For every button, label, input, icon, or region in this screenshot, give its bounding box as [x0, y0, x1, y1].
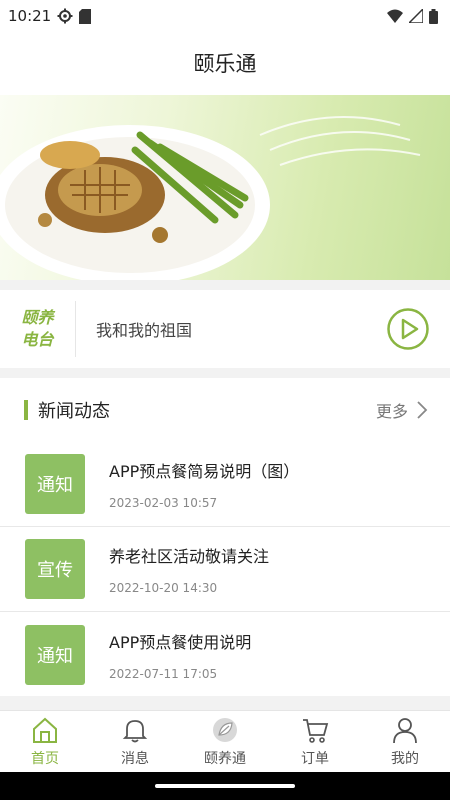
tab-mine[interactable]: 我的 [360, 711, 450, 772]
tab-yiyangtong[interactable]: 颐养通 [180, 711, 270, 772]
leaf-icon [213, 717, 237, 742]
section-accent-bar [24, 400, 28, 420]
section-divider [0, 696, 450, 710]
tab-label: 订单 [301, 750, 329, 767]
system-navigation-bar [0, 772, 450, 800]
radio-tag-line2: 电台 [21, 330, 54, 349]
news-date: 2022-07-11 17:05 [109, 666, 218, 681]
news-date: 2023-02-03 10:57 [109, 496, 218, 510]
news-badge: 通知 [25, 624, 85, 685]
sd-card-icon [79, 8, 92, 24]
section-divider [0, 280, 450, 290]
radio-title: 我和我的祖国 [96, 321, 193, 340]
bottom-tab-bar: 首页 消息 颐养通 订单 我的 [0, 710, 450, 772]
tab-label: 我的 [391, 750, 419, 767]
news-section-title: 新闻动态 [38, 401, 110, 422]
news-item[interactable]: 通知 APP预点餐使用说明 2022-07-11 17:05 [0, 612, 450, 697]
home-gesture-handle[interactable] [155, 784, 295, 788]
cart-icon [303, 718, 329, 743]
news-badge: 通知 [25, 454, 85, 514]
more-link[interactable]: 更多 [376, 398, 428, 422]
news-date: 2022-10-20 14:30 [109, 581, 218, 595]
news-header: 新闻动态 更多 [0, 378, 450, 442]
status-bar: 10:21 [0, 0, 450, 32]
section-divider [0, 368, 450, 378]
battery-icon [429, 8, 438, 24]
signal-icon [409, 9, 423, 23]
status-time: 10:21 [8, 7, 52, 25]
news-item[interactable]: 宣传 养老社区活动敬请关注 2022-10-20 14:30 [0, 527, 450, 612]
radio-tag-line1: 颐养 [21, 308, 54, 327]
news-title: APP预点餐简易说明（图） [109, 462, 300, 481]
app-header: 颐乐通 [0, 32, 450, 94]
banner-food-illustration [0, 116, 421, 280]
page-title: 颐乐通 [193, 52, 257, 76]
news-item[interactable]: 通知 APP预点餐简易说明（图） 2023-02-03 10:57 [0, 442, 450, 527]
radio-tag: 颐养 电台 [0, 301, 76, 357]
tab-label: 首页 [31, 750, 59, 767]
tab-label: 颐养通 [204, 750, 246, 767]
more-label: 更多 [375, 402, 408, 421]
bell-icon [122, 719, 148, 742]
tab-home[interactable]: 首页 [0, 711, 90, 772]
wifi-icon [387, 9, 403, 23]
banner-image[interactable] [0, 95, 450, 280]
news-section: 新闻动态 更多 通知 APP预点餐简易说明（图） 2023-02-03 10:5… [0, 378, 450, 696]
settings-gear-icon [57, 8, 73, 24]
play-button-icon[interactable] [386, 307, 430, 351]
tab-label: 消息 [121, 750, 149, 767]
news-title: 养老社区活动敬请关注 [109, 547, 270, 566]
user-icon [393, 717, 417, 743]
tab-messages[interactable]: 消息 [90, 711, 180, 772]
radio-bar[interactable]: 颐养 电台 我和我的祖国 [0, 290, 450, 368]
news-title: APP预点餐使用说明 [109, 632, 252, 652]
home-icon [33, 717, 57, 743]
chevron-right-icon [417, 401, 428, 419]
tab-orders[interactable]: 订单 [270, 711, 360, 772]
news-badge: 宣传 [25, 539, 85, 599]
